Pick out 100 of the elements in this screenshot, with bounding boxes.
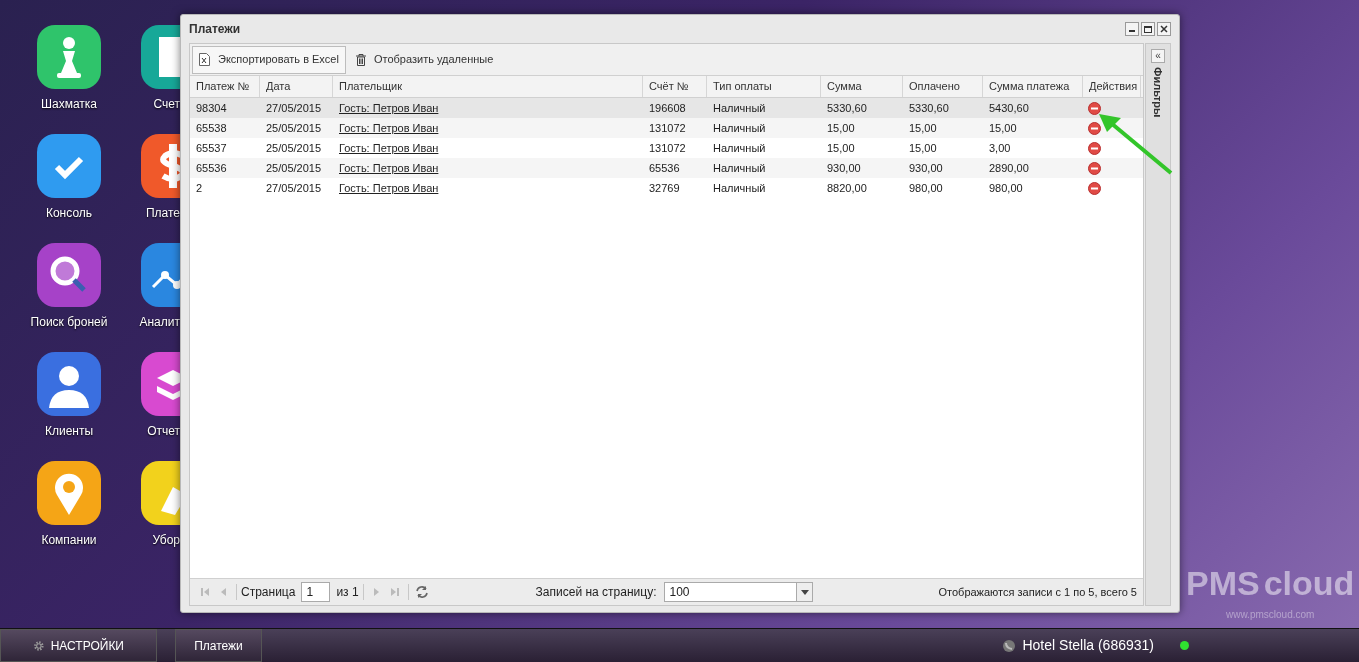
table-row[interactable]: 65536 25/05/2015 Гость: Петров Иван 65536 Наличный 930,00 930,00 2890,00 [190, 158, 1143, 178]
per-page-dropdown[interactable]: 100 [664, 582, 814, 602]
table-cell-text: 15,00 [909, 120, 937, 136]
delete-icon[interactable] [1088, 141, 1101, 155]
app-label[interactable]: Клиенты [44, 422, 94, 440]
logo-text: PMS [1186, 565, 1260, 601]
table-cell-text: Наличный [713, 140, 766, 156]
pawn-app-icon[interactable] [37, 25, 101, 89]
table-cell-text: 25/05/2015 [266, 140, 322, 156]
table-cell-text: 131072 [649, 120, 686, 136]
column-header[interactable]: Плательщик [333, 76, 643, 97]
table-cell-text: 65536 [649, 160, 680, 176]
table-cell-text: 980,00 [909, 180, 943, 196]
app-label[interactable]: Консоль [45, 204, 93, 222]
table-cell-text: 5430,60 [989, 100, 1029, 116]
table-cell-text: 25/05/2015 [266, 120, 322, 136]
table-cell-text: 15,00 [989, 120, 1017, 136]
excel-icon [199, 53, 210, 66]
column-header[interactable]: Дата [260, 76, 333, 97]
app-label[interactable]: Компании [41, 531, 97, 549]
app-label[interactable]: Отчет [147, 422, 180, 440]
table-row[interactable]: 65538 25/05/2015 Гость: Петров Иван 131072 Наличный 15,00 15,00 15,00 [190, 118, 1143, 138]
app-label[interactable]: Аналит [139, 313, 180, 331]
table-cell-text: 131072 [649, 140, 686, 156]
table-cell-text: 25/05/2015 [266, 160, 322, 176]
table-cell-text: 3,00 [989, 140, 1011, 156]
delete-icon[interactable] [1088, 181, 1101, 195]
app-label[interactable]: Шахматка [41, 95, 97, 113]
maximize-button[interactable] [1141, 22, 1155, 36]
table-cell-text: 196608 [649, 100, 686, 116]
table-cell-text: 2 [196, 180, 203, 196]
page-count: из 1 [336, 584, 359, 601]
collapse-button[interactable]: « [1151, 49, 1165, 63]
dollar-app-icon[interactable] [141, 134, 180, 198]
window-title: Платежи [189, 21, 241, 38]
payer-link[interactable]: Гость: Петров Иван [339, 139, 439, 157]
column-header[interactable]: Тип оплаты [707, 76, 821, 97]
filters-title: Фильтры [1151, 67, 1166, 118]
table-cell-text: Наличный [713, 180, 766, 196]
table-cell-text: 980,00 [989, 180, 1023, 196]
table-cell-text: 8820,00 [827, 180, 867, 196]
table-cell-text: 15,00 [909, 140, 937, 156]
last-page-icon [389, 587, 400, 597]
check-app-icon[interactable] [37, 134, 101, 198]
stack-app-icon[interactable] [141, 352, 180, 416]
table-cell-text: 27/05/2015 [266, 180, 322, 196]
table-row[interactable]: 98304 27/05/2015 Гость: Петров Иван 196608 Наличный 5330,60 5330,60 5430,60 [190, 98, 1143, 118]
column-header[interactable]: Действия [1083, 76, 1141, 97]
per-page-label: Записей на страницу: [535, 584, 657, 601]
table-cell-text: 15,00 [827, 140, 855, 156]
app-label[interactable]: Поиск броней [30, 313, 108, 331]
column-header[interactable]: Сумма [821, 76, 903, 97]
doc-app-icon[interactable] [141, 25, 180, 89]
delete-icon[interactable] [1088, 161, 1101, 175]
person-app-icon[interactable] [37, 352, 101, 416]
column-header[interactable]: Платеж № [190, 76, 260, 97]
chart-app-icon[interactable] [141, 243, 180, 307]
caret-icon [800, 589, 809, 595]
column-header[interactable]: Счёт № [643, 76, 707, 97]
app-label[interactable]: Убор [152, 531, 180, 549]
table-cell-text: 32769 [649, 180, 680, 196]
app-label[interactable]: Плате [145, 204, 180, 222]
delete-icon[interactable] [1088, 121, 1101, 135]
page-field[interactable]: 1 [301, 582, 331, 602]
close-button[interactable] [1157, 22, 1171, 36]
table-cell-text: 65537 [196, 140, 227, 156]
table-cell-text: 5330,60 [909, 100, 949, 116]
table-cell-text: 930,00 [909, 160, 943, 176]
minimize-button[interactable] [1125, 22, 1139, 36]
trash-icon [355, 53, 366, 66]
export-button[interactable]: Экспортировать в Excel [192, 45, 346, 74]
show-deleted-button[interactable]: Отобразить удаленные [349, 45, 500, 74]
table-cell-text: Наличный [713, 160, 766, 176]
delete-icon[interactable] [1088, 101, 1101, 115]
phone-icon [1002, 638, 1017, 653]
table-cell-text: 2890,00 [989, 160, 1029, 176]
search-app-icon[interactable] [37, 243, 101, 307]
table-cell-text: 65536 [196, 160, 227, 176]
payer-link[interactable]: Гость: Петров Иван [339, 119, 439, 137]
table-cell-text: 15,00 [827, 120, 855, 136]
settings-button[interactable]: НАСТРОЙКИ [0, 629, 157, 662]
payer-link[interactable]: Гость: Петров Иван [339, 159, 439, 177]
filters-panel[interactable]: « Фильтры [1145, 43, 1171, 606]
broom-app-icon[interactable] [141, 461, 180, 525]
table-cell-text: Наличный [713, 100, 766, 116]
table-cell-text: Наличный [713, 120, 766, 136]
table-cell-text: 930,00 [827, 160, 861, 176]
table-cell-text: 65538 [196, 120, 227, 136]
column-header[interactable]: Оплачено [903, 76, 983, 97]
pin-app-icon[interactable] [37, 461, 101, 525]
first-page-icon [200, 587, 210, 597]
table-cell-text: 98304 [196, 100, 227, 116]
payer-link[interactable]: Гость: Петров Иван [339, 99, 439, 117]
app-label[interactable]: Счет [153, 95, 180, 113]
hotel-name: Hotel Stella (686931) [1022, 636, 1154, 655]
page-label: Страница [241, 584, 296, 601]
taskbar-button[interactable]: Платежи [175, 629, 262, 662]
column-header[interactable]: Сумма платежа [983, 76, 1083, 97]
payer-link[interactable]: Гость: Петров Иван [339, 179, 439, 197]
table-cell-text: 5330,60 [827, 100, 867, 116]
